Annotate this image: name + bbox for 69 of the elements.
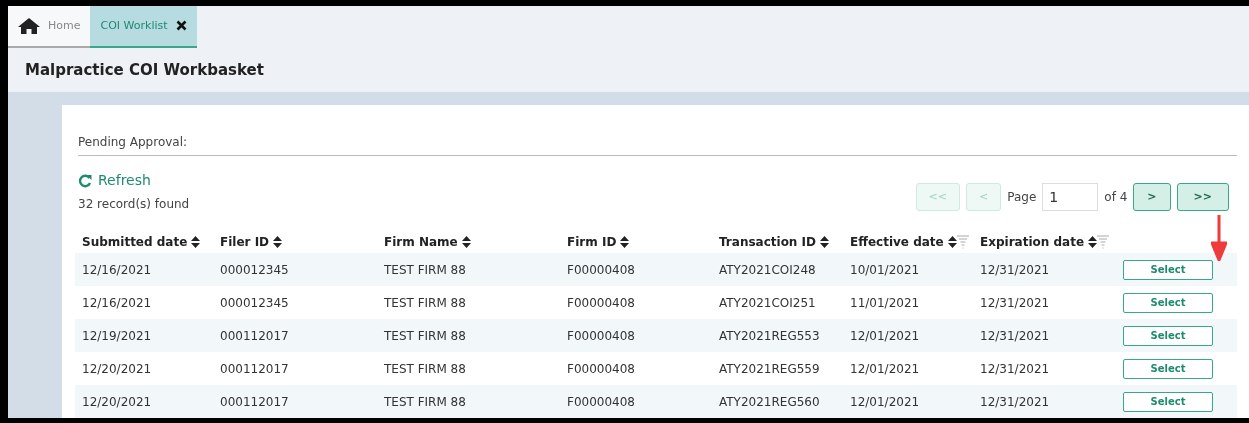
table-cell-text: F00000408: [567, 327, 636, 345]
sort-icon[interactable]: [820, 236, 830, 248]
home-icon: [18, 17, 40, 34]
table-cell-text: 12/31/2021: [980, 327, 1051, 345]
select-button[interactable]: Select: [1123, 358, 1213, 379]
arrow-icon: [1211, 215, 1227, 261]
table-cell-text: TEST FIRM 88: [384, 294, 467, 312]
pager-button[interactable]: >>: [1176, 183, 1229, 211]
table-cell-text: 12/01/2021: [850, 393, 921, 411]
table-cell-text: 11/01/2021: [850, 294, 921, 312]
sort-icon[interactable]: [947, 236, 957, 248]
table-cell-text: TEST FIRM 88: [384, 393, 467, 411]
table-cell-text: ATY2021COI248: [719, 261, 817, 279]
page-count: of 4: [1104, 189, 1128, 206]
column-header[interactable]: Expiration date: [980, 233, 1085, 251]
record-count: 32 record(s) found: [78, 196, 190, 213]
table-cell-text: 12/20/2021: [82, 393, 153, 411]
column-header[interactable]: Firm Name: [384, 233, 458, 251]
table-cell-text: ATY2021REG560: [719, 393, 821, 411]
sort-icon[interactable]: [1088, 236, 1098, 248]
table-cell-text: 12/16/2021: [82, 261, 153, 279]
sort-icon[interactable]: [461, 236, 471, 248]
table-cell-text: 10/01/2021: [850, 261, 921, 279]
sort-icon[interactable]: [191, 236, 201, 248]
close-icon[interactable]: [175, 20, 187, 32]
table-cell-text: F00000408: [567, 261, 636, 279]
table-cell-text: F00000408: [567, 294, 636, 312]
page-input[interactable]: 1: [1042, 183, 1099, 211]
page-title: Malpractice COI Workbasket: [25, 59, 264, 81]
table-cell-text: 12/16/2021: [82, 294, 153, 312]
table-cell-text: 000112017: [220, 393, 290, 411]
table-cell-text: 12/20/2021: [82, 360, 153, 378]
tab[interactable]: Home: [8, 6, 91, 48]
section-label: Pending Approval:: [78, 135, 188, 149]
refresh-button[interactable]: Refresh: [78, 170, 151, 191]
table-cell-text: 12/31/2021: [980, 393, 1051, 411]
select-button[interactable]: Select: [1123, 292, 1213, 313]
table-cell-text: TEST FIRM 88: [384, 261, 467, 279]
table-cell-text: ATY2021REG553: [719, 327, 821, 345]
table-cell-text: 000112017: [220, 327, 290, 345]
table-cell-text: 000112017: [220, 360, 290, 378]
column-header[interactable]: Firm ID: [567, 233, 617, 251]
table-cell-text: 000012345: [220, 294, 290, 312]
table-cell-text: 000012345: [220, 261, 290, 279]
select-button[interactable]: Select: [1123, 259, 1213, 280]
tab[interactable]: COI Worklist: [90, 6, 197, 48]
column-header[interactable]: Effective date: [850, 233, 944, 251]
select-button[interactable]: Select: [1123, 325, 1213, 346]
table-cell-text: 12/31/2021: [980, 294, 1051, 312]
sort-icon[interactable]: [273, 236, 283, 248]
column-header[interactable]: Filer ID: [220, 233, 270, 251]
table-cell-text: F00000408: [567, 360, 636, 378]
page-label: Page: [1007, 189, 1037, 206]
table-cell-text: ATY2021COI251: [719, 294, 817, 312]
column-header[interactable]: Submitted date: [82, 233, 188, 251]
table-cell-text: 12/01/2021: [850, 327, 921, 345]
select-button[interactable]: Select: [1123, 391, 1213, 412]
table-cell-text: 12/19/2021: [82, 327, 153, 345]
table-cell-text: TEST FIRM 88: [384, 327, 467, 345]
table-cell-text: F00000408: [567, 393, 636, 411]
table-cell-text: 12/31/2021: [980, 360, 1051, 378]
table-cell-text: TEST FIRM 88: [384, 360, 467, 378]
table-cell-text: ATY2021REG559: [719, 360, 821, 378]
column-header[interactable]: Transaction ID: [719, 233, 817, 251]
sort-icon[interactable]: [620, 236, 630, 248]
refresh-icon: [78, 173, 92, 188]
table-cell-text: 12/01/2021: [850, 360, 921, 378]
table-cell-text: 12/31/2021: [980, 261, 1051, 279]
pager-button[interactable]: >: [1133, 183, 1171, 211]
